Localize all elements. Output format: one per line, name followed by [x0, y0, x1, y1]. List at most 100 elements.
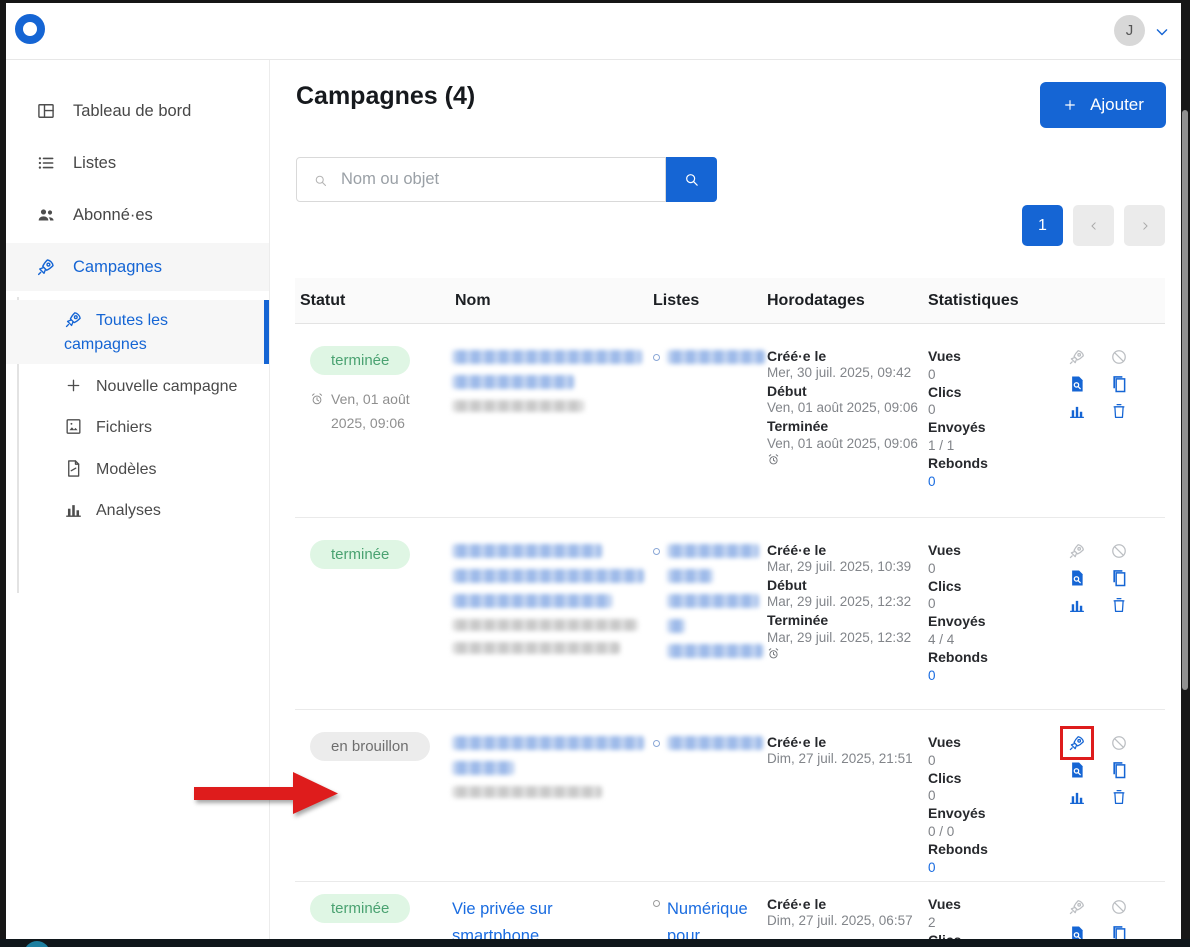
- search-input[interactable]: [297, 158, 665, 201]
- list-link[interactable]: Numérique pour: [667, 896, 754, 939]
- prev-page-button[interactable]: [1073, 205, 1114, 246]
- sidebar-subitem-new-campaign[interactable]: Nouvelle campagne: [6, 366, 269, 407]
- search-button[interactable]: [666, 157, 717, 202]
- search-bar: [296, 157, 717, 202]
- bounces-link[interactable]: 0: [928, 667, 1055, 684]
- document-icon: [64, 459, 83, 478]
- campaign-name-link-redacted[interactable]: [450, 710, 648, 881]
- status-badge: terminée: [310, 540, 410, 569]
- analytics-icon[interactable]: [1068, 788, 1086, 806]
- bounces-link[interactable]: 0: [928, 859, 1055, 876]
- row-actions: [1067, 898, 1165, 939]
- copy-icon[interactable]: [1110, 761, 1128, 779]
- taskbar-app-dot: [24, 941, 50, 947]
- table-row: terminée: [295, 518, 1165, 710]
- copy-icon[interactable]: [1110, 925, 1128, 939]
- pagination: 1: [1022, 205, 1165, 246]
- sidebar-item-campaigns[interactable]: Campagnes: [6, 243, 269, 291]
- page-title: Campagnes (4): [296, 82, 475, 111]
- trash-icon[interactable]: [1110, 596, 1128, 614]
- statistics-cell: Vues 0 Clics 0 Envoyés 1 / 1 Rebonds 0: [923, 324, 1055, 517]
- sidebar-subitem-all-campaigns[interactable]: Toutes les campagnes: [6, 300, 269, 364]
- alarm-icon: [310, 392, 324, 406]
- people-icon: [36, 205, 56, 225]
- campaign-lists-redacted[interactable]: [648, 518, 762, 709]
- page-1-button[interactable]: 1: [1022, 205, 1063, 246]
- cancel-ban-icon[interactable]: [1110, 542, 1128, 560]
- cancel-ban-icon[interactable]: [1110, 734, 1128, 752]
- campaign-name-link-redacted[interactable]: [450, 324, 648, 517]
- sidebar-subitem-label: Nouvelle campagne: [96, 378, 237, 395]
- sidebar-item-label: Listes: [73, 154, 116, 173]
- row-actions: [1067, 734, 1165, 806]
- launch-rocket-icon[interactable]: [1068, 348, 1086, 366]
- add-campaign-button[interactable]: Ajouter: [1040, 82, 1166, 128]
- preview-icon[interactable]: [1068, 925, 1086, 939]
- schedule-info: Ven, 01 août 2025, 09:06: [310, 388, 430, 436]
- dashboard-icon: [36, 101, 56, 121]
- sidebar-item-label: Campagnes: [73, 258, 162, 277]
- window-edge-bottom: [0, 939, 1190, 947]
- copy-icon[interactable]: [1110, 569, 1128, 587]
- list-bullet-icon: [653, 740, 660, 747]
- preview-icon[interactable]: [1068, 569, 1086, 587]
- row-actions: [1067, 542, 1165, 614]
- preview-icon[interactable]: [1068, 761, 1086, 779]
- launch-rocket-icon[interactable]: [1068, 542, 1086, 560]
- column-header-timestamps: Horodatages: [762, 292, 923, 310]
- row-actions: [1067, 348, 1165, 420]
- timestamps-cell: Créé·e le Mer, 30 juil. 2025, 09:42 Débu…: [762, 324, 923, 517]
- schedule-text: Ven, 01 août 2025, 09:06: [331, 388, 430, 436]
- sidebar-item-lists[interactable]: Listes: [6, 139, 269, 187]
- topbar: J: [6, 3, 1181, 60]
- scrollbar-thumb[interactable]: [1182, 110, 1188, 690]
- column-header-name: Nom: [450, 292, 648, 310]
- cancel-ban-icon[interactable]: [1110, 348, 1128, 366]
- app-logo[interactable]: [15, 14, 45, 44]
- trash-icon[interactable]: [1110, 402, 1128, 420]
- timestamps-cell: Créé·e le Dim, 27 juil. 2025, 06:57: [762, 882, 923, 939]
- table-header-row: Statut Nom Listes Horodatages Statistiqu…: [295, 278, 1165, 324]
- campaign-name-link-redacted[interactable]: [450, 518, 648, 709]
- sidebar-item-label: Abonné·es: [73, 206, 153, 225]
- sidebar-subitem-files[interactable]: Fichiers: [6, 407, 269, 448]
- analytics-icon[interactable]: [1068, 596, 1086, 614]
- main-content: Campagnes (4) Ajouter 1 Statut Nom Liste…: [270, 60, 1181, 939]
- campaign-lists-redacted[interactable]: [648, 710, 762, 881]
- sidebar-item-subscribers[interactable]: Abonné·es: [6, 191, 269, 239]
- search-icon: [313, 173, 328, 188]
- next-page-button[interactable]: [1124, 205, 1165, 246]
- launch-rocket-icon[interactable]: [1068, 898, 1086, 916]
- sidebar-item-dashboard[interactable]: Tableau de bord: [6, 87, 269, 135]
- rocket-icon: [64, 310, 83, 329]
- trash-icon[interactable]: [1110, 788, 1128, 806]
- bounces-link[interactable]: 0: [928, 473, 1055, 490]
- list-icon: [36, 153, 56, 173]
- table-row: en brouillon Créé·e le Dim, 27 juil. 202…: [295, 710, 1165, 882]
- scrollbar-track[interactable]: [1181, 0, 1190, 947]
- sidebar-subitem-templates[interactable]: Modèles: [6, 449, 269, 490]
- campaign-lists-redacted[interactable]: [648, 324, 762, 517]
- sidebar-subitem-label: Modèles: [96, 461, 156, 478]
- campaign-name-link[interactable]: Vie privée sur smartphone,: [452, 896, 607, 939]
- preview-icon[interactable]: [1068, 375, 1086, 393]
- bar-chart-icon: [64, 500, 83, 519]
- timestamps-cell: Créé·e le Mar, 29 juil. 2025, 10:39 Débu…: [762, 518, 923, 709]
- chevron-down-icon[interactable]: [1152, 22, 1172, 42]
- statistics-cell: Vues 2 Clics: [923, 882, 1055, 939]
- search-box: [296, 157, 666, 202]
- status-badge: en brouillon: [310, 732, 430, 761]
- table-row: terminée Ven, 01 août 2025, 09:06 Créé·e…: [295, 324, 1165, 518]
- avatar[interactable]: J: [1114, 15, 1145, 46]
- plus-icon: [64, 376, 83, 395]
- sidebar-item-label: Tableau de bord: [73, 102, 191, 121]
- status-badge: terminée: [310, 346, 410, 375]
- launch-rocket-icon-highlighted[interactable]: [1068, 734, 1086, 752]
- timestamps-cell: Créé·e le Dim, 27 juil. 2025, 21:51: [762, 710, 923, 881]
- sidebar-subitem-analytics[interactable]: Analyses: [6, 490, 269, 531]
- copy-icon[interactable]: [1110, 375, 1128, 393]
- list-bullet-icon: [653, 548, 660, 555]
- window-edge-left: [0, 0, 6, 947]
- analytics-icon[interactable]: [1068, 402, 1086, 420]
- cancel-ban-icon[interactable]: [1110, 898, 1128, 916]
